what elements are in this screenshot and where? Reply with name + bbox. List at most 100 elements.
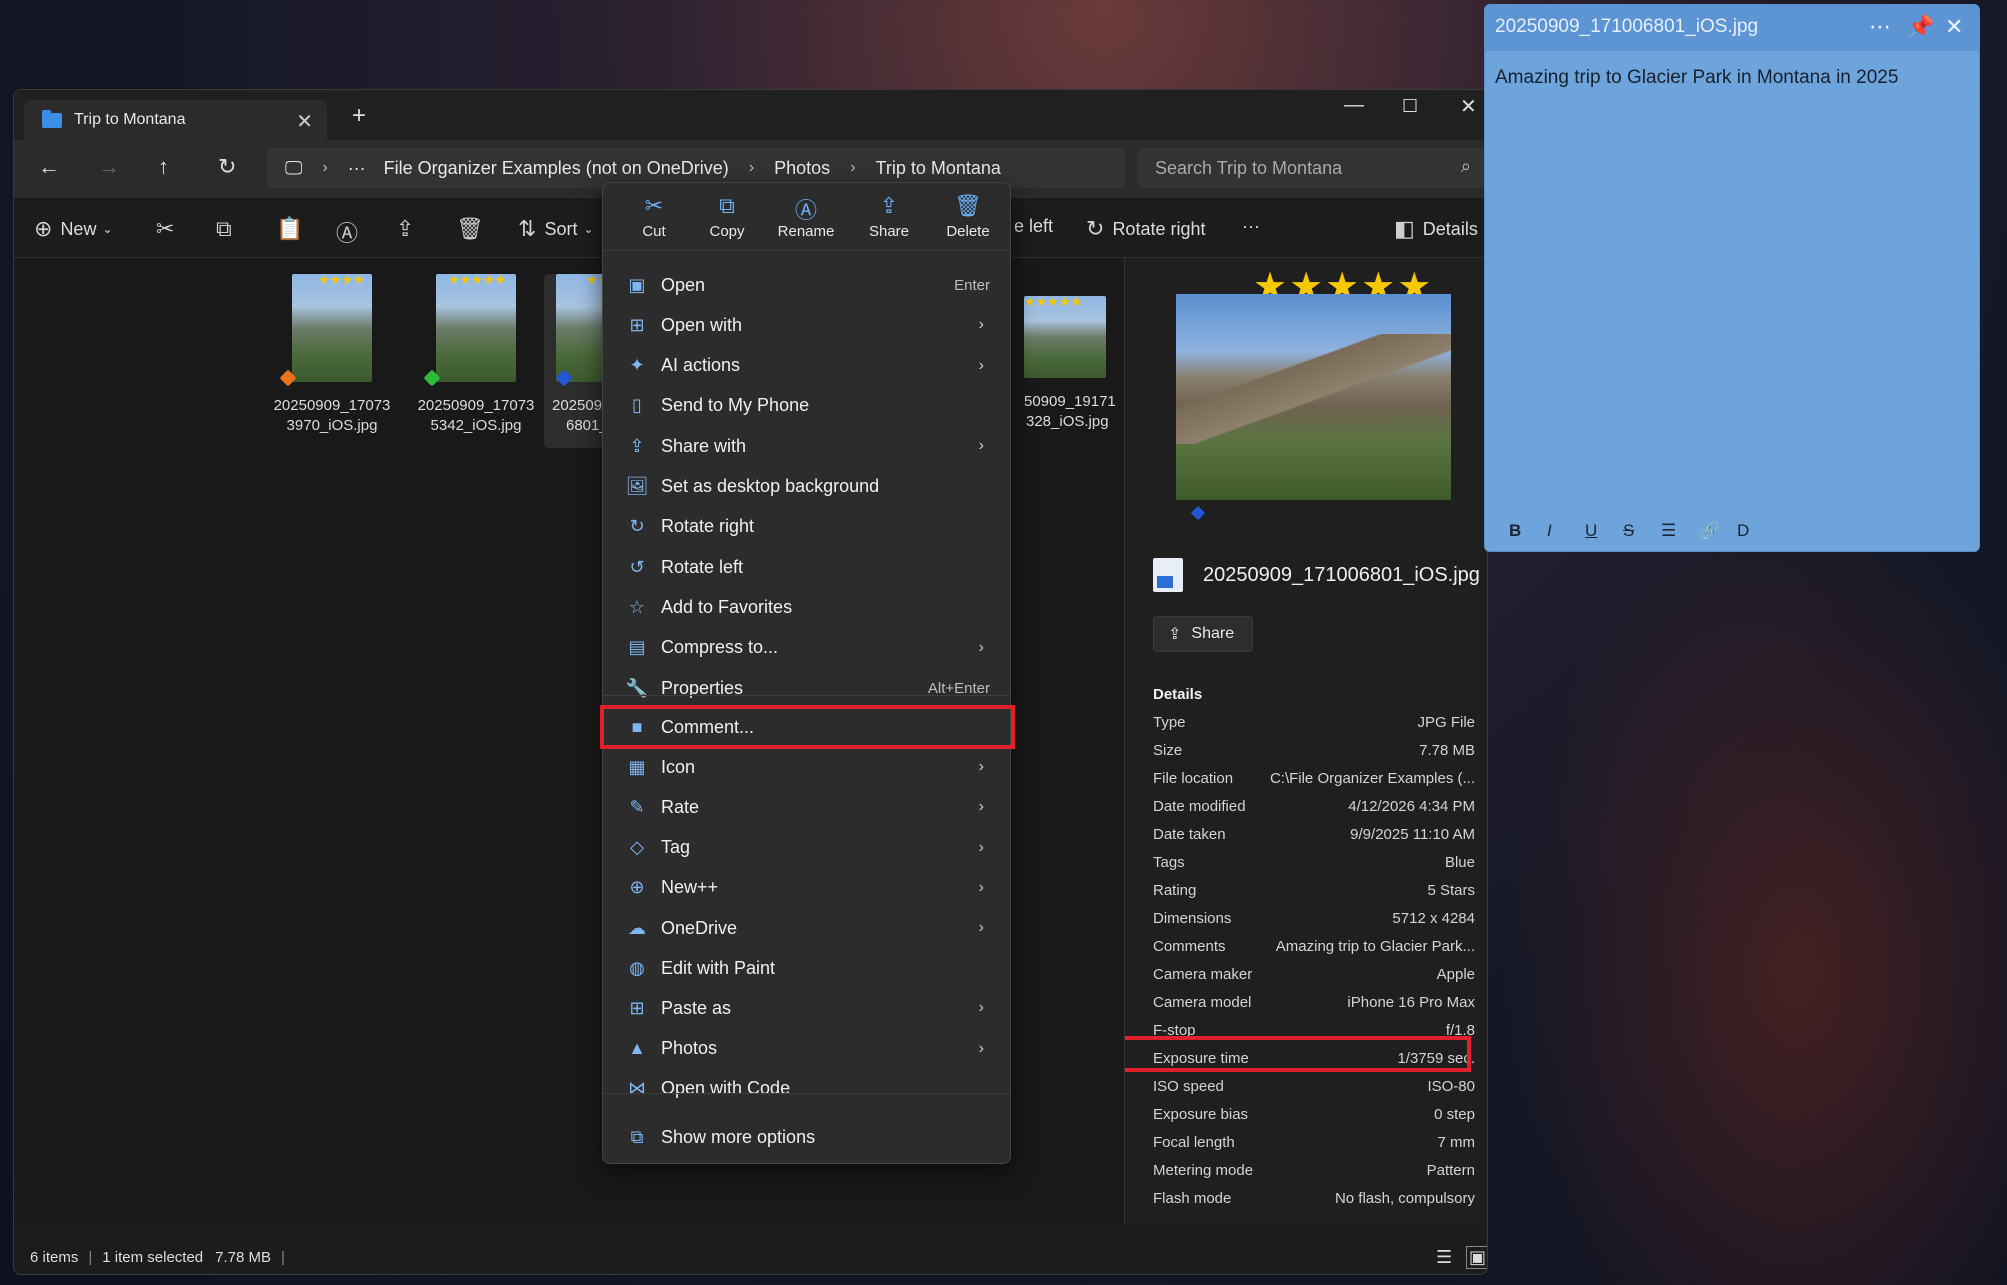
rename-icon: Ⓐ xyxy=(794,198,817,223)
quick-action-label: Delete xyxy=(946,223,990,240)
menu-item-icon[interactable]: ▦ Icon › xyxy=(607,749,1006,785)
tag-icon xyxy=(555,369,573,387)
maximize-icon[interactable]: ☐ xyxy=(1402,96,1418,117)
menu-item-add-to-favorites[interactable]: ☆ Add to Favorites xyxy=(607,589,1006,625)
menu-item-open-with[interactable]: ⊞ Open with › xyxy=(607,307,1006,343)
quick-cut-button[interactable]: ✂ Cut xyxy=(619,193,689,240)
underline-button[interactable]: U xyxy=(1585,521,1623,541)
list-view-icon[interactable]: ☰ xyxy=(1436,1247,1452,1268)
paste-button[interactable]: 📋 xyxy=(276,216,311,242)
tag-icon xyxy=(423,369,441,387)
back-icon[interactable]: ← xyxy=(38,154,60,180)
menu-item-label: Paste as xyxy=(661,997,732,1018)
italic-button[interactable]: I xyxy=(1547,521,1585,541)
menu-item-icon: ▲ xyxy=(628,1038,646,1059)
menu-item-label: Photos xyxy=(661,1038,718,1059)
menu-item-icon: ☆ xyxy=(628,596,646,617)
refresh-icon[interactable]: ↻ xyxy=(218,154,236,180)
menu-item-label: Icon xyxy=(661,756,696,777)
close-tab-icon[interactable]: ✕ xyxy=(296,109,313,134)
rotate-right-button[interactable]: ↻ Rotate right xyxy=(1086,216,1206,242)
close-icon[interactable]: ✕ xyxy=(1945,14,1963,40)
property-row: File location C:\File Organizer Examples … xyxy=(1153,770,1475,790)
breadcrumb-item[interactable]: Photos xyxy=(774,158,830,179)
quick-share-button[interactable]: ⇪ Share xyxy=(854,193,924,240)
photo-thumbnail: ★★★★ xyxy=(279,272,372,387)
details-share-button[interactable]: ⇪ Share xyxy=(1153,616,1253,652)
menu-item-compress-to[interactable]: ▤ Compress to... › xyxy=(607,630,1006,666)
details-pane-button[interactable]: ◧ Details xyxy=(1394,216,1478,242)
quick-actions: ✂ Cut ⧉ Copy Ⓐ Rename ⇪ Share 🗑 Delete xyxy=(603,183,1010,251)
search-input[interactable]: Search Trip to Montana ⌕ xyxy=(1137,148,1485,188)
chevron-right-icon: › xyxy=(978,758,984,776)
menu-item-properties[interactable]: 🔧 Properties Alt+Enter xyxy=(607,670,1006,706)
new-button[interactable]: ⊕ New ⌄ xyxy=(34,216,113,242)
strikethrough-button[interactable]: S xyxy=(1623,521,1661,541)
forward-icon[interactable]: → xyxy=(98,154,120,180)
copy-button[interactable]: ⧉ xyxy=(216,216,240,242)
menu-item-set-as-desktop-background[interactable]: 🖼 Set as desktop background xyxy=(607,469,1006,505)
breadcrumb-more[interactable]: ··· xyxy=(348,158,366,179)
rotate-right-label: Rotate right xyxy=(1112,218,1206,239)
bold-button[interactable]: B xyxy=(1509,521,1547,541)
quick-action-label: Share xyxy=(868,223,910,240)
tab-trip-to-montana[interactable]: Trip to Montana ✕ xyxy=(24,100,327,140)
property-row: Size 7.78 MB xyxy=(1153,742,1475,762)
menu-item-share-with[interactable]: ⇪ Share with › xyxy=(607,428,1006,464)
close-window-icon[interactable]: ✕ xyxy=(1460,94,1477,119)
new-label: New xyxy=(60,218,97,239)
cut-button[interactable]: ✂ xyxy=(156,216,182,242)
note-format-bar: B I U S ☰ 🔗 D xyxy=(1509,521,1775,541)
minimize-icon[interactable]: — xyxy=(1344,94,1364,117)
menu-item-open-with-code[interactable]: ⋈ Open with Code xyxy=(607,1071,1006,1107)
menu-item-send-to-my-phone[interactable]: ▯ Send to My Phone xyxy=(607,388,1006,424)
tiles-view-icon[interactable]: ▣ xyxy=(1466,1245,1487,1269)
chevron-right-icon: › xyxy=(748,159,755,176)
rename-button[interactable]: Ⓐ xyxy=(336,216,366,248)
menu-item-ai-actions[interactable]: ✦ AI actions › xyxy=(607,348,1006,384)
property-row: Date taken 9/9/2025 11:10 AM xyxy=(1153,826,1475,846)
menu-item-rate[interactable]: ✎ Rate › xyxy=(607,789,1006,825)
delete-button[interactable]: 🗑 xyxy=(456,216,492,242)
menu-item-label: Send to My Phone xyxy=(661,395,810,416)
file-item[interactable]: ★★★★ 20250909_17073 3970_iOS.jpg xyxy=(268,272,396,436)
more-icon[interactable]: ⋯ xyxy=(1869,14,1891,40)
menu-item-icon: ⋈ xyxy=(628,1078,646,1099)
menu-item-icon: ↺ xyxy=(629,556,645,577)
sort-button[interactable]: ⇅ Sort ⌄ xyxy=(518,216,594,242)
file-item[interactable]: ★★★★★ 20250909_17073 5342_iOS.jpg xyxy=(412,272,540,436)
menu-item-edit-with-paint[interactable]: ◍ Edit with Paint xyxy=(607,950,1006,986)
property-value: Pattern xyxy=(1426,1162,1475,1179)
menu-item-onedrive[interactable]: ☁ OneDrive › xyxy=(607,910,1006,946)
menu-item-new[interactable]: ⊕ New++ › xyxy=(607,870,1006,906)
breadcrumb-item[interactable]: File Organizer Examples (not on OneDrive… xyxy=(384,158,729,179)
menu-item-rotate-left[interactable]: ↺ Rotate left xyxy=(607,549,1006,585)
new-tab-button[interactable]: + xyxy=(352,102,366,130)
copy-icon: ⧉ xyxy=(216,216,232,241)
breadcrumb-item[interactable]: Trip to Montana xyxy=(876,158,1001,179)
up-icon[interactable]: ↑ xyxy=(158,154,169,180)
menu-item-icon: ▯ xyxy=(632,395,642,416)
note-text[interactable]: Amazing trip to Glacier Park in Montana … xyxy=(1495,67,1898,89)
pin-icon[interactable]: 📌 xyxy=(1907,14,1934,40)
link-button[interactable]: 🔗 xyxy=(1699,521,1737,541)
list-button[interactable]: ☰ xyxy=(1661,521,1699,541)
share-button[interactable]: ⇪ xyxy=(396,216,422,242)
property-row: Rating 5 Stars xyxy=(1153,882,1475,902)
menu-item-tag[interactable]: ◇ Tag › xyxy=(607,830,1006,866)
menu-item-paste-as[interactable]: ⊞ Paste as › xyxy=(607,990,1006,1026)
rotate-left-button[interactable]: e left xyxy=(1014,216,1053,237)
file-item-selected[interactable]: ★★ 202509 6801_ xyxy=(544,274,606,448)
menu-item-photos[interactable]: ▲ Photos › xyxy=(607,1031,1006,1067)
dictation-button[interactable]: D xyxy=(1737,521,1775,541)
property-key: Date taken xyxy=(1153,826,1226,843)
quick-copy-button[interactable]: ⧉ Copy xyxy=(692,193,762,240)
title-bar: Trip to Montana ✕ + — ☐ ✕ xyxy=(14,90,1487,140)
menu-item-open[interactable]: ▣ Open Enter xyxy=(607,267,1006,303)
quick-delete-button[interactable]: 🗑 Delete xyxy=(933,193,1003,240)
more-options-button[interactable]: ··· xyxy=(1242,216,1260,237)
quick-rename-button[interactable]: Ⓐ Rename xyxy=(771,193,841,240)
menu-item-rotate-right[interactable]: ↻ Rotate right xyxy=(607,509,1006,545)
file-item[interactable]: ★★★★★ 50909_19171 328_iOS.jpg xyxy=(1012,274,1116,432)
menu-item-show-more-options[interactable]: ⧉ Show more options xyxy=(607,1119,1006,1155)
